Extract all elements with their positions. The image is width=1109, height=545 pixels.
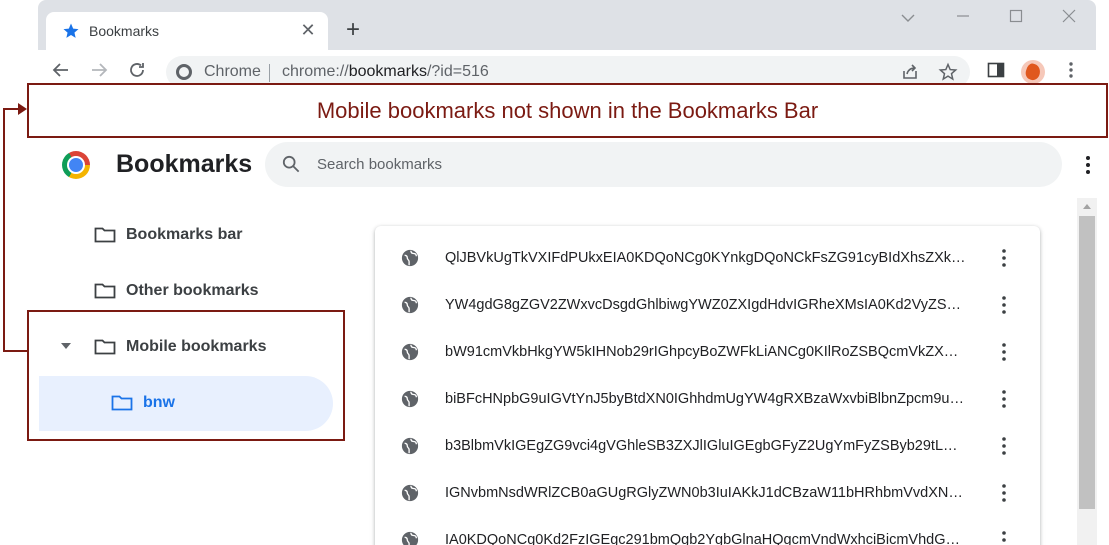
more-actions-icon[interactable] [995,435,1013,457]
folder-icon [111,395,133,411]
star-icon [63,23,79,38]
more-actions-icon[interactable] [995,482,1013,504]
list-item[interactable]: IGNvbmNsdWRlZCB0aGUgRGlyZWN0b3IuIAKkJ1dC… [375,470,1040,517]
more-actions-icon[interactable] [995,388,1013,410]
sidebar-item-mobile-bookmarks[interactable]: Mobile bookmarks [94,327,266,367]
search-input[interactable] [317,142,1017,187]
bookmark-title: YW4gdG8gZGV2ZWxvcDsgdGhlbiwgYWZ0ZXIgdHdv… [445,297,967,313]
annotation-callout: Mobile bookmarks not shown in the Bookma… [27,83,1108,138]
tab-search-icon[interactable] [897,8,919,30]
chrome-icon [176,64,192,80]
globe-icon [401,531,419,545]
more-actions-icon[interactable] [995,294,1013,316]
globe-icon [401,249,419,267]
more-actions-icon[interactable] [995,341,1013,363]
omnibox-origin: Chrome [204,63,261,80]
url-scheme: chrome:// [282,63,349,80]
annotation-connector-top [3,108,19,110]
globe-icon [401,390,419,408]
annotation-arrow-icon [18,103,27,115]
expand-caret-icon[interactable] [61,343,71,349]
sidebar-item-label: Mobile bookmarks [126,338,267,355]
bookmark-list: QlJBVkUgTkVXIFdPUkxEIA0KDQoNCg0KYnkgDQoN… [375,226,1040,545]
profile-avatar[interactable] [1021,60,1045,84]
minimize-button[interactable] [952,8,974,30]
folder-icon [94,227,116,243]
bookmark-title: QlJBVkUgTkVXIFdPUkxEIA0KDQoNCg0KYnkgDQoN… [445,250,967,266]
search-box[interactable] [265,142,1062,187]
reload-icon[interactable] [126,60,148,82]
globe-icon [401,343,419,361]
list-item[interactable]: YW4gdG8gZGV2ZWxvcDsgdGhlbiwgYWZ0ZXIgdHdv… [375,282,1040,329]
globe-icon [401,296,419,314]
url-path: /?id=516 [426,63,489,80]
more-actions-icon[interactable] [995,529,1013,545]
more-actions-icon[interactable] [995,247,1013,269]
url-host: bookmarks [348,63,427,80]
omnibox-url: chrome://bookmarks/?id=516 [282,63,489,81]
sidebar-item-bnw[interactable]: bnw [111,383,175,423]
omnibox-separator [269,64,270,82]
annotation-connector [3,108,5,352]
window-close-button[interactable] [1058,8,1080,30]
search-icon [282,155,300,173]
side-panel-icon[interactable] [985,60,1007,82]
chrome-logo-icon [62,151,90,179]
scrollbar[interactable] [1077,198,1097,545]
tab-bookmarks[interactable]: Bookmarks ✕ [46,12,328,50]
bookmark-title: bW91cmVkbHkgYW5kIHNob29rIGhpcyBoZWFkLiAN… [445,344,967,360]
bookmark-title: IA0KDQoNCg0Kd2FzIGEgc291bmQgb2YgbGlnaHQg… [445,532,967,545]
globe-icon [401,484,419,502]
list-item[interactable]: bW91cmVkbHkgYW5kIHNob29rIGhpcyBoZWFkLiAN… [375,329,1040,376]
scrollbar-thumb[interactable] [1079,216,1095,509]
bookmark-title: b3BlbmVkIGEgZG9vci4gVGhleSB3ZXJlIGluIGEg… [445,438,967,454]
sidebar-item-label: Other bookmarks [126,282,259,299]
sidebar-item-label: bnw [143,394,175,411]
page-title: Bookmarks [116,150,253,178]
bookmark-title: IGNvbmNsdWRlZCB0aGUgRGlyZWN0b3IuIAKkJ1dC… [445,485,967,501]
sidebar-item-label: Bookmarks bar [126,226,243,243]
scroll-up-arrow-icon[interactable] [1083,204,1091,209]
sidebar-item-other-bookmarks[interactable]: Other bookmarks [94,271,258,311]
browser-menu-icon[interactable] [1060,60,1082,82]
close-tab-icon[interactable]: ✕ [298,20,318,40]
list-item[interactable]: IA0KDQoNCg0Kd2FzIGEgc291bmQgb2YgbGlnaHQg… [375,517,1040,545]
bookmark-title: biBFcHNpbG9uIGVtYnJ5byBtdXN0IGhhdmUgYW4g… [445,391,967,407]
back-arrow-icon[interactable] [50,60,72,82]
new-tab-button[interactable]: + [342,18,364,42]
sidebar-item-bookmarks-bar[interactable]: Bookmarks bar [94,215,243,255]
globe-icon [401,437,419,455]
list-item[interactable]: QlJBVkUgTkVXIFdPUkxEIA0KDQoNCg0KYnkgDQoN… [375,235,1040,282]
annotation-text: Mobile bookmarks not shown in the Bookma… [316,98,819,123]
tab-title: Bookmarks [89,23,160,39]
maximize-button[interactable] [1005,8,1027,30]
folder-icon [94,339,116,355]
annotation-connector-bottom [3,350,28,352]
folder-icon [94,283,116,299]
forward-arrow-icon[interactable] [88,60,110,82]
list-item[interactable]: biBFcHNpbG9uIGVtYnJ5byBtdXN0IGhhdmUgYW4g… [375,376,1040,423]
organize-menu-icon[interactable] [1078,153,1098,177]
list-item[interactable]: b3BlbmVkIGEgZG9vci4gVGhleSB3ZXJlIGluIGEg… [375,423,1040,470]
